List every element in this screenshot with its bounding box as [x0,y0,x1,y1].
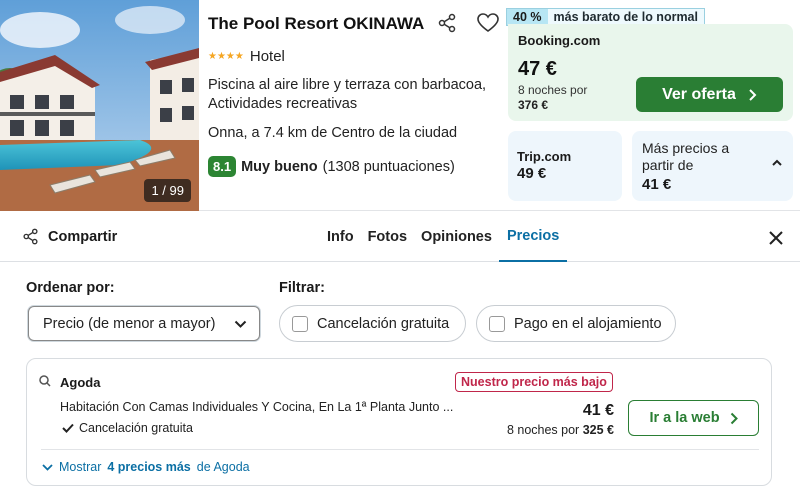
result-total-price: 325 € [582,423,614,437]
checkbox[interactable] [292,315,308,332]
more-prices-label: Más precios a partir de [642,140,730,173]
amenities-text: Piscina al aire libre y terraza con barb… [208,77,487,112]
sort-value: Precio (de menor a mayor) [43,315,216,332]
lowest-price-badge: Nuestro precio más bajo [455,372,613,392]
more-prices-box[interactable]: Más precios a partir de 41 € [632,131,793,201]
close-icon[interactable] [764,226,788,250]
provider-name: Agoda [60,375,101,390]
result-price: 41 € [582,402,614,419]
chevron-down-icon [42,463,53,471]
free-cancellation-filter[interactable]: Cancelación gratuita [279,305,466,342]
chevron-down-icon [234,320,247,328]
result-total: 8 noches por 325 € [507,423,614,437]
check-icon [62,423,74,433]
free-cancellation-label: Cancelación gratuita [317,315,450,332]
detail-tabbar: Compartir Info Fotos Opiniones Precios [0,212,800,262]
more-prices-price: 41 € [642,176,672,193]
tab-prices[interactable]: Precios [498,212,568,262]
checkbox[interactable] [489,315,505,332]
show-more-count: 4 precios más [107,460,191,474]
score-label: Muy bueno [241,158,318,175]
review-score[interactable]: 8.1 Muy bueno (1308 puntuaciones) [208,156,455,177]
chevron-right-icon [749,88,757,101]
rating-row: ★★★★ Hotel [208,48,285,65]
best-offer-price: 47 € [518,58,557,80]
show-more-prices-link[interactable]: Mostrar 4 precios más de Agoda [42,460,250,474]
chevron-right-icon [730,412,738,424]
trip-offer-box[interactable]: Trip.com 49 € [508,131,622,201]
best-offer-box[interactable]: Booking.com 47 € 8 noches por 376 € Ver … [508,24,793,121]
sort-select[interactable]: Precio (de menor a mayor) [28,306,260,341]
best-offer-nights: 8 noches por [518,83,588,97]
share-icon [23,228,38,245]
deal-percent: 40 % [507,9,548,25]
sort-label: Ordenar por: [26,280,115,296]
tab-info[interactable]: Info [320,212,361,262]
review-count: (1308 puntuaciones) [322,158,455,175]
photo-counter: 1 / 99 [144,179,191,202]
deal-text: más barato de lo normal [553,10,698,24]
chevron-up-icon[interactable] [771,159,783,167]
stars-icon: ★★★★ [208,51,244,62]
trip-price: 49 € [517,165,547,182]
view-offer-button[interactable]: Ver oferta [636,77,783,112]
tab-photos[interactable]: Fotos [361,212,414,262]
result-nights-label: 8 noches por [506,423,580,437]
view-offer-label: Ver oferta [662,85,736,103]
show-more-suffix: de Agoda [196,460,250,474]
share-button[interactable]: Compartir [22,228,117,245]
trip-provider: Trip.com [517,149,572,164]
share-icon[interactable] [434,10,460,36]
go-to-website-label: Ir a la web [649,410,720,426]
divider [41,449,759,450]
tab-reviews[interactable]: Opiniones [414,212,499,262]
price-result-card: Agoda Nuestro precio más bajo Habitación… [26,358,772,486]
cancellation-info: Cancelación gratuita [62,421,193,435]
best-offer-total: 376 € [518,98,549,112]
hotel-name[interactable]: The Pool Resort OKINAWA [208,14,424,34]
show-more-prefix: Mostrar [59,460,102,474]
hotel-card: 1 / 99 The Pool Resort OKINAWA ★★★★ Hote… [0,0,800,211]
heart-icon[interactable] [475,10,501,36]
hotel-photo[interactable]: 1 / 99 [0,0,199,211]
go-to-website-button[interactable]: Ir a la web [628,400,759,436]
filter-label: Filtrar: [279,280,325,296]
room-description: Habitación Con Camas Individuales Y Coci… [60,400,454,414]
pay-at-property-filter[interactable]: Pago en el alojamiento [476,305,676,342]
pay-at-property-label: Pago en el alojamiento [514,315,662,332]
best-offer-provider: Booking.com [518,33,601,48]
location-text: Onna, a 7.4 km de Centro de la ciudad [208,125,458,141]
hotel-type: Hotel [249,48,285,65]
share-label: Compartir [48,228,118,245]
tabs: Info Fotos Opiniones Precios [320,212,568,262]
score-badge: 8.1 [208,156,237,177]
agoda-logo-icon [39,375,51,387]
cancellation-label: Cancelación gratuita [79,421,193,435]
